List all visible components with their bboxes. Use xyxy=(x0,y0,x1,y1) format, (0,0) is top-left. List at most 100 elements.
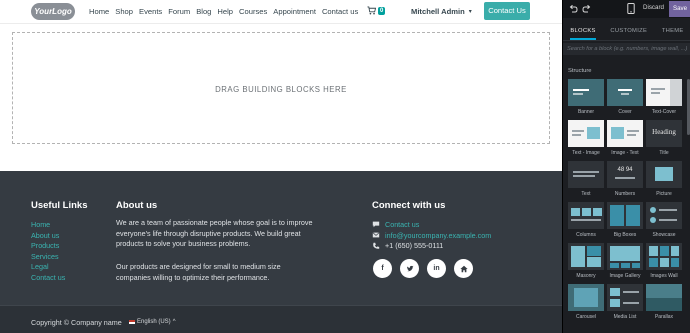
nav-item-help[interactable]: Help xyxy=(217,7,233,16)
block-columns[interactable]: Columns xyxy=(568,202,604,238)
phone-icon xyxy=(373,242,380,249)
contact-us-link[interactable]: Contact us xyxy=(385,220,419,229)
contact-list: Contact us info@yourcompany.example.com … xyxy=(372,219,491,251)
block-search-input[interactable]: Search for a block (e.g. numbers, image … xyxy=(563,43,690,55)
language-selector[interactable]: English (US) ^ xyxy=(129,319,176,325)
top-navbar: YourLogo Home Shop Events Forum Blog Hel… xyxy=(0,0,562,24)
facebook-icon[interactable]: f xyxy=(373,259,392,278)
home-icon[interactable] xyxy=(454,259,473,278)
block-label: Big Boxes xyxy=(613,232,637,238)
nav-menu: Home Shop Events Forum Blog Help Courses… xyxy=(89,7,358,16)
banner-thumbnail xyxy=(568,79,604,106)
structure-section-title: Structure xyxy=(568,68,592,74)
comment-icon xyxy=(372,221,380,228)
block-image-text[interactable]: Image - Text xyxy=(607,120,643,156)
block-label: Text xyxy=(581,191,591,197)
block-grid: Banner Cover Text-Cover Text - Image Ima… xyxy=(568,79,683,320)
language-label: English (US) xyxy=(137,319,171,325)
redo-icon[interactable] xyxy=(582,4,592,14)
drop-zone-text: DRAG BUILDING BLOCKS HERE xyxy=(215,85,347,94)
editor-toolbar: Discard Save xyxy=(563,0,690,18)
block-label: Text-Cover xyxy=(651,109,677,115)
block-parallax[interactable]: Parallax xyxy=(646,284,682,320)
images-wall-thumbnail xyxy=(646,243,682,270)
editor-tabs: BLOCKS CUSTOMIZE THEME xyxy=(563,28,690,41)
email-link[interactable]: info@yourcompany.example.com xyxy=(385,231,491,240)
footer-link-products[interactable]: Products xyxy=(31,241,65,252)
cover-thumbnail xyxy=(607,79,643,106)
block-label: Banner xyxy=(577,109,595,115)
nav-item-home[interactable]: Home xyxy=(89,7,109,16)
block-label: Image - Text xyxy=(611,150,639,156)
discard-button[interactable]: Discard xyxy=(643,4,664,11)
footer-link-home[interactable]: Home xyxy=(31,220,65,231)
user-menu[interactable]: Mitchell Admin ▾ xyxy=(411,7,472,16)
block-masonry[interactable]: Masonry xyxy=(568,243,604,279)
footer-link-services[interactable]: Services xyxy=(31,252,65,263)
footer-link-legal[interactable]: Legal xyxy=(31,262,65,273)
linkedin-icon[interactable]: in xyxy=(427,259,446,278)
picture-thumbnail xyxy=(646,161,682,188)
block-title[interactable]: Heading Title xyxy=(646,120,682,156)
cart-link[interactable]: 0 xyxy=(367,6,386,15)
social-links: f in xyxy=(373,259,473,278)
contact-us-button[interactable]: Contact Us xyxy=(484,2,530,20)
caret-down-icon: ▾ xyxy=(468,9,472,15)
nav-item-contact-us[interactable]: Contact us xyxy=(322,7,358,16)
nav-item-shop[interactable]: Shop xyxy=(115,7,133,16)
block-carousel[interactable]: Carousel xyxy=(568,284,604,320)
copyright-bar: Copyright © Company name English (US) ^ xyxy=(0,305,562,333)
connect-title: Connect with us xyxy=(372,200,446,211)
block-label: Cover xyxy=(618,109,632,115)
block-label: Columns xyxy=(576,232,596,238)
phone-number: +1 (650) 555-0111 xyxy=(385,241,444,251)
mobile-preview-icon[interactable] xyxy=(627,3,635,14)
envelope-icon xyxy=(372,232,380,238)
block-picture[interactable]: Picture xyxy=(646,161,682,197)
block-big-boxes[interactable]: Big Boxes xyxy=(607,202,643,238)
block-label: Masonry xyxy=(576,273,596,279)
tab-blocks[interactable]: BLOCKS xyxy=(570,28,596,40)
tab-customize[interactable]: CUSTOMIZE xyxy=(610,28,647,40)
block-label: Numbers xyxy=(614,191,636,197)
editor-sidebar: Discard Save BLOCKS CUSTOMIZE THEME Sear… xyxy=(562,0,690,333)
block-label: Picture xyxy=(656,191,672,197)
nav-item-courses[interactable]: Courses xyxy=(239,7,267,16)
block-image-gallery[interactable]: Image Gallery xyxy=(607,243,643,279)
block-media-list[interactable]: Media List xyxy=(607,284,643,320)
site-logo[interactable]: YourLogo xyxy=(31,3,75,20)
text-thumbnail xyxy=(568,161,604,188)
nav-item-forum[interactable]: Forum xyxy=(168,7,190,16)
block-banner[interactable]: Banner xyxy=(568,79,604,115)
block-text-cover[interactable]: Text-Cover xyxy=(646,79,682,115)
tab-theme[interactable]: THEME xyxy=(662,28,684,40)
showcase-thumbnail xyxy=(646,202,682,229)
block-label: Image Gallery xyxy=(609,273,641,279)
useful-links-title: Useful Links xyxy=(31,200,88,211)
about-us-title: About us xyxy=(116,200,158,211)
block-label: Text - Image xyxy=(572,150,600,156)
drop-zone[interactable]: DRAG BUILDING BLOCKS HERE xyxy=(12,32,550,144)
block-images-wall[interactable]: Images Wall xyxy=(646,243,682,279)
cart-count-badge: 0 xyxy=(378,6,386,15)
image-gallery-thumbnail xyxy=(607,243,643,270)
twitter-icon[interactable] xyxy=(400,259,419,278)
parallax-thumbnail xyxy=(646,284,682,311)
image-text-thumbnail xyxy=(607,120,643,147)
save-button[interactable]: Save xyxy=(669,1,690,17)
block-cover[interactable]: Cover xyxy=(607,79,643,115)
block-text-image[interactable]: Text - Image xyxy=(568,120,604,156)
block-label: Showcase xyxy=(652,232,676,238)
footer-link-about-us[interactable]: About us xyxy=(31,231,65,242)
block-text[interactable]: Text xyxy=(568,161,604,197)
footer-link-contact-us[interactable]: Contact us xyxy=(31,273,65,284)
caret-up-icon: ^ xyxy=(172,319,176,325)
nav-item-events[interactable]: Events xyxy=(139,7,162,16)
nav-item-appointment[interactable]: Appointment xyxy=(273,7,316,16)
block-label: Images Wall xyxy=(650,273,678,279)
block-label: Title xyxy=(659,150,669,156)
nav-item-blog[interactable]: Blog xyxy=(196,7,211,16)
block-showcase[interactable]: Showcase xyxy=(646,202,682,238)
undo-icon[interactable] xyxy=(568,4,578,14)
block-numbers[interactable]: 48 94 Numbers xyxy=(607,161,643,197)
